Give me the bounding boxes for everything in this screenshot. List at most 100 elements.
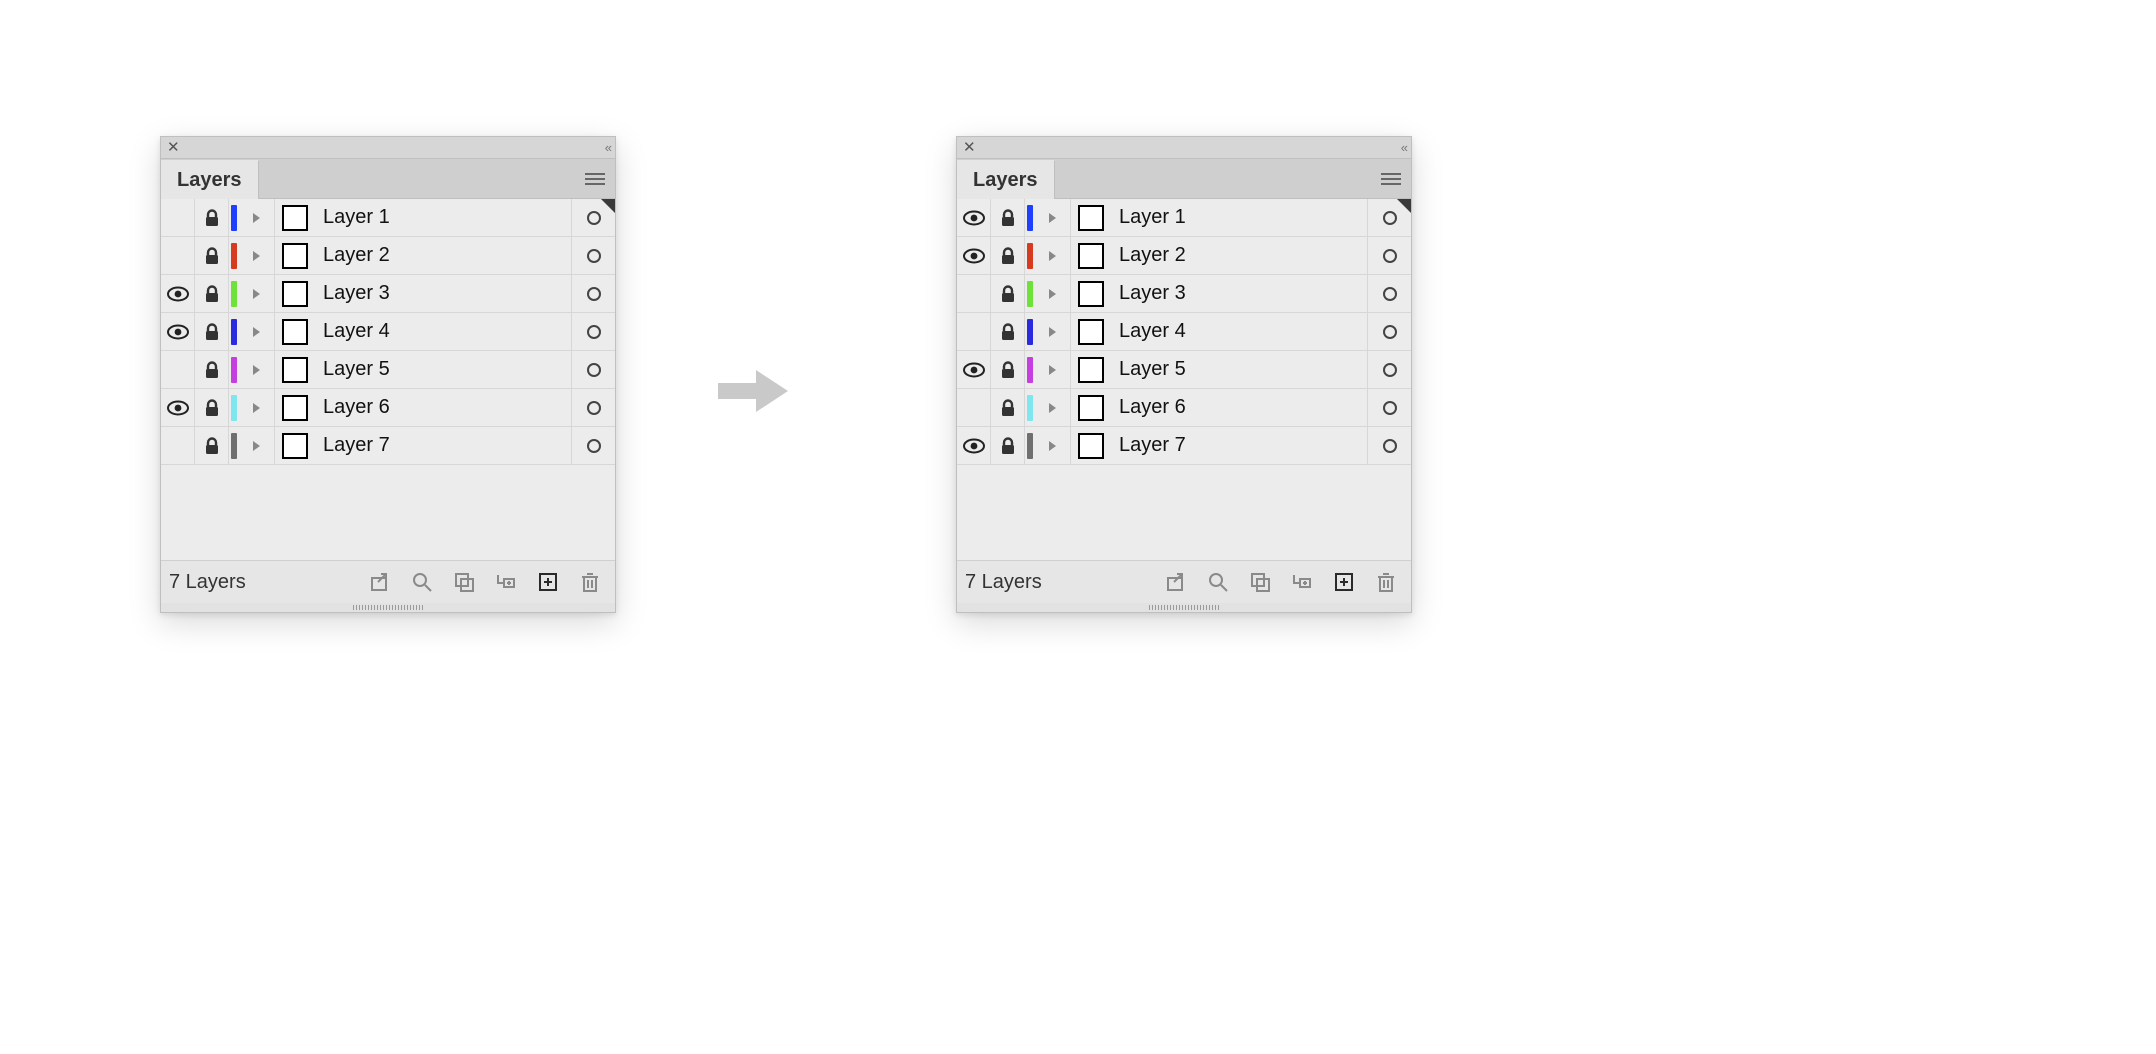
layer-row[interactable]: Layer 1 xyxy=(957,199,1411,237)
expand-toggle[interactable] xyxy=(1035,389,1071,426)
target-button[interactable] xyxy=(1367,389,1411,426)
target-button[interactable] xyxy=(571,313,615,350)
expand-toggle[interactable] xyxy=(1035,427,1071,464)
visibility-toggle[interactable] xyxy=(161,389,195,426)
visibility-toggle[interactable] xyxy=(957,237,991,274)
locate-object-icon[interactable] xyxy=(1201,567,1235,597)
expand-toggle[interactable] xyxy=(239,389,275,426)
target-button[interactable] xyxy=(1367,237,1411,274)
layer-row[interactable]: Layer 5 xyxy=(161,351,615,389)
expand-toggle[interactable] xyxy=(1035,313,1071,350)
layer-row[interactable]: Layer 6 xyxy=(957,389,1411,427)
new-layer-icon[interactable] xyxy=(531,567,565,597)
lock-toggle[interactable] xyxy=(195,389,229,426)
target-button[interactable] xyxy=(571,351,615,388)
visibility-toggle[interactable] xyxy=(161,275,195,312)
tab-layers[interactable]: Layers xyxy=(957,160,1055,199)
target-button[interactable] xyxy=(571,389,615,426)
layer-name[interactable]: Layer 5 xyxy=(1111,351,1367,388)
delete-layer-icon[interactable] xyxy=(573,567,607,597)
layer-thumbnail[interactable] xyxy=(1071,237,1111,274)
expand-toggle[interactable] xyxy=(1035,351,1071,388)
visibility-toggle[interactable] xyxy=(957,351,991,388)
close-icon[interactable]: ✕ xyxy=(963,140,976,155)
locate-object-icon[interactable] xyxy=(405,567,439,597)
lock-toggle[interactable] xyxy=(991,427,1025,464)
target-button[interactable] xyxy=(1367,427,1411,464)
layer-thumbnail[interactable] xyxy=(1071,313,1111,350)
delete-layer-icon[interactable] xyxy=(1369,567,1403,597)
expand-toggle[interactable] xyxy=(239,275,275,312)
expand-toggle[interactable] xyxy=(239,237,275,274)
layer-thumbnail[interactable] xyxy=(1071,427,1111,464)
lock-toggle[interactable] xyxy=(195,199,229,236)
layer-thumbnail[interactable] xyxy=(275,313,315,350)
resize-grip[interactable] xyxy=(161,603,615,612)
visibility-toggle[interactable] xyxy=(957,427,991,464)
visibility-toggle[interactable] xyxy=(161,427,195,464)
layer-name[interactable]: Layer 4 xyxy=(1111,313,1367,350)
new-sublayer-icon[interactable] xyxy=(489,567,523,597)
layer-row[interactable]: Layer 4 xyxy=(957,313,1411,351)
target-button[interactable] xyxy=(1367,313,1411,350)
layer-name[interactable]: Layer 3 xyxy=(1111,275,1367,312)
layer-name[interactable]: Layer 4 xyxy=(315,313,571,350)
collect-for-export-icon[interactable] xyxy=(1159,567,1193,597)
expand-toggle[interactable] xyxy=(239,313,275,350)
layer-row[interactable]: Layer 4 xyxy=(161,313,615,351)
expand-toggle[interactable] xyxy=(1035,199,1071,236)
new-sublayer-icon[interactable] xyxy=(1285,567,1319,597)
target-button[interactable] xyxy=(571,275,615,312)
layer-thumbnail[interactable] xyxy=(275,389,315,426)
layer-row[interactable]: Layer 2 xyxy=(957,237,1411,275)
close-icon[interactable]: ✕ xyxy=(167,140,180,155)
layer-row[interactable]: Layer 3 xyxy=(957,275,1411,313)
new-layer-icon[interactable] xyxy=(1327,567,1361,597)
layer-name[interactable]: Layer 6 xyxy=(1111,389,1367,426)
collapse-icon[interactable]: « xyxy=(605,140,609,155)
layer-thumbnail[interactable] xyxy=(275,199,315,236)
layer-row[interactable]: Layer 3 xyxy=(161,275,615,313)
expand-toggle[interactable] xyxy=(239,199,275,236)
tab-layers[interactable]: Layers xyxy=(161,160,259,199)
layer-name[interactable]: Layer 6 xyxy=(315,389,571,426)
visibility-toggle[interactable] xyxy=(161,351,195,388)
lock-toggle[interactable] xyxy=(195,351,229,388)
clipping-mask-icon[interactable] xyxy=(1243,567,1277,597)
layer-name[interactable]: Layer 3 xyxy=(315,275,571,312)
layer-row[interactable]: Layer 2 xyxy=(161,237,615,275)
layer-row[interactable]: Layer 7 xyxy=(957,427,1411,465)
layer-name[interactable]: Layer 2 xyxy=(315,237,571,274)
lock-toggle[interactable] xyxy=(991,275,1025,312)
lock-toggle[interactable] xyxy=(195,427,229,464)
layer-thumbnail[interactable] xyxy=(1071,351,1111,388)
expand-toggle[interactable] xyxy=(1035,237,1071,274)
lock-toggle[interactable] xyxy=(195,237,229,274)
layer-thumbnail[interactable] xyxy=(275,351,315,388)
expand-toggle[interactable] xyxy=(1035,275,1071,312)
expand-toggle[interactable] xyxy=(239,351,275,388)
lock-toggle[interactable] xyxy=(991,199,1025,236)
visibility-toggle[interactable] xyxy=(161,313,195,350)
layer-name[interactable]: Layer 7 xyxy=(315,427,571,464)
lock-toggle[interactable] xyxy=(195,275,229,312)
lock-toggle[interactable] xyxy=(991,237,1025,274)
expand-toggle[interactable] xyxy=(239,427,275,464)
lock-toggle[interactable] xyxy=(991,389,1025,426)
layer-thumbnail[interactable] xyxy=(1071,389,1111,426)
lock-toggle[interactable] xyxy=(991,351,1025,388)
collapse-icon[interactable]: « xyxy=(1401,140,1405,155)
panel-menu-icon[interactable] xyxy=(1371,159,1411,198)
layer-name[interactable]: Layer 2 xyxy=(1111,237,1367,274)
clipping-mask-icon[interactable] xyxy=(447,567,481,597)
panel-menu-icon[interactable] xyxy=(575,159,615,198)
visibility-toggle[interactable] xyxy=(161,237,195,274)
layer-thumbnail[interactable] xyxy=(275,237,315,274)
lock-toggle[interactable] xyxy=(195,313,229,350)
layer-name[interactable]: Layer 1 xyxy=(315,199,571,236)
layer-thumbnail[interactable] xyxy=(1071,275,1111,312)
layer-name[interactable]: Layer 7 xyxy=(1111,427,1367,464)
layer-name[interactable]: Layer 1 xyxy=(1111,199,1367,236)
target-button[interactable] xyxy=(1367,275,1411,312)
layer-thumbnail[interactable] xyxy=(1071,199,1111,236)
